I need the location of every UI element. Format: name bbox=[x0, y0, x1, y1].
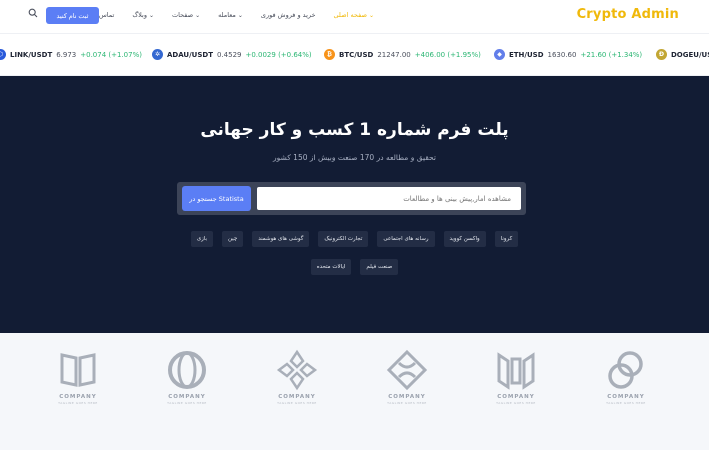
company-logo: COMPANY TAGLINE GOES HERE bbox=[162, 349, 212, 405]
company-logo: COMPANY TAGLINE GOES HERE bbox=[491, 349, 541, 405]
topic-chips: صنعت فیلم ایالات متحده bbox=[0, 259, 709, 275]
logo-tagline: TAGLINE GOES HERE bbox=[58, 401, 98, 405]
logo-tagline: TAGLINE GOES HERE bbox=[496, 401, 536, 405]
link-logo-icon bbox=[608, 351, 643, 389]
topic-chip[interactable]: بازی bbox=[190, 231, 213, 247]
signup-button[interactable]: ثبت نام کنید bbox=[46, 7, 99, 24]
nav-item-label: معامله bbox=[218, 11, 236, 19]
search-button[interactable]: جستجو در Statista bbox=[182, 186, 251, 211]
ticker-symbol: LINK/USDT bbox=[10, 50, 53, 59]
diamond-logo-icon bbox=[276, 349, 318, 391]
chevron-down-icon: ⌄ bbox=[148, 11, 154, 19]
ticker-item[interactable]: ⬡ LINK/USDT 6.973 +0.074 (+1.07%) bbox=[0, 49, 142, 60]
topic-chips: کرونا واکسن کووید رسانه های اجتماعی تجار… bbox=[0, 231, 709, 247]
ticker-change: +0.074 (+1.07%) bbox=[80, 50, 142, 59]
ticker-change: +0.0029 (+0.64%) bbox=[245, 50, 312, 59]
ticker-symbol: DOGEU/US bbox=[671, 50, 709, 59]
swirl-logo-icon bbox=[386, 349, 428, 391]
logo-name: COMPANY bbox=[278, 394, 316, 400]
ticker-price: 6.973 bbox=[56, 50, 77, 59]
book-logo-icon bbox=[60, 353, 96, 387]
nav-item-label: خرید و فروش فوری bbox=[260, 11, 316, 19]
company-logo: COMPANY TAGLINE GOES HERE bbox=[53, 349, 103, 405]
page: Crypto Admin صفحه اصلی ⌄ خرید و فروش فور… bbox=[0, 0, 709, 450]
topic-chip[interactable]: چین bbox=[221, 231, 244, 247]
chevron-down-icon: ⌄ bbox=[368, 11, 374, 19]
search-icon[interactable] bbox=[28, 8, 38, 18]
ticker-item[interactable]: ◆ ETH/USD 1630.60 +21.60 (+1.34%) bbox=[494, 49, 642, 60]
ticker-item[interactable]: ✲ ADAU/USDT 0.4529 +0.0029 (+0.64%) bbox=[152, 49, 312, 60]
ticker-price: 21247.00 bbox=[377, 50, 411, 59]
doge-coin-icon: Ð bbox=[656, 49, 667, 60]
logo-tagline: TAGLINE GOES HERE bbox=[277, 401, 317, 405]
partner-logos: COMPANY TAGLINE GOES HERE COMPANY TAGLIN… bbox=[0, 333, 709, 450]
chevron-down-icon: ⌄ bbox=[237, 11, 243, 19]
logo-name: COMPANY bbox=[607, 394, 645, 400]
link-coin-icon: ⬡ bbox=[0, 49, 6, 60]
search-input[interactable] bbox=[257, 187, 521, 210]
logo-tagline: TAGLINE GOES HERE bbox=[387, 401, 427, 405]
ring-logo-icon bbox=[168, 351, 206, 389]
topic-chip[interactable]: رسانه های اجتماعی bbox=[377, 231, 435, 247]
hero-section: پلت فرم شماره 1 کسب و کار جهانی تحقیق و … bbox=[0, 76, 709, 333]
nav-item-home[interactable]: صفحه اصلی ⌄ bbox=[334, 11, 374, 19]
topic-chip[interactable]: ایالات متحده bbox=[310, 259, 352, 275]
ada-coin-icon: ✲ bbox=[152, 49, 163, 60]
hero-title: پلت فرم شماره 1 کسب و کار جهانی bbox=[200, 120, 509, 140]
main-nav: صفحه اصلی ⌄ خرید و فروش فوری معامله ⌄ صف… bbox=[85, 11, 374, 19]
block-logo-icon bbox=[497, 352, 535, 390]
nav-item-label: وبلاگ bbox=[132, 11, 147, 19]
nav-item-instant-trade[interactable]: خرید و فروش فوری bbox=[261, 11, 316, 19]
hero-subtitle: تحقیق و مطالعه در 170 صنعت وبیش از 150 ک… bbox=[273, 153, 436, 162]
nav-item-label: صفحات bbox=[172, 11, 194, 19]
topic-chip[interactable]: گوشی های هوشمند bbox=[252, 231, 310, 247]
btc-coin-icon: ₿ bbox=[324, 49, 335, 60]
ticker-item[interactable]: Ð DOGEU/US bbox=[656, 49, 709, 60]
logo-name: COMPANY bbox=[388, 394, 426, 400]
ticker-change: +406.00 (+1.95%) bbox=[414, 50, 481, 59]
ticker-price: 1630.60 bbox=[547, 50, 577, 59]
topic-chip[interactable]: کرونا bbox=[494, 231, 519, 247]
topic-chip[interactable]: صنعت فیلم bbox=[360, 259, 399, 275]
company-logo: COMPANY TAGLINE GOES HERE bbox=[272, 349, 322, 405]
nav-item-trade[interactable]: معامله ⌄ bbox=[218, 11, 243, 19]
ticker-item[interactable]: ₿ BTC/USD 21247.00 +406.00 (+1.95%) bbox=[324, 49, 481, 60]
logo-tagline: TAGLINE GOES HERE bbox=[606, 401, 646, 405]
ticker-change: +21.60 (+1.34%) bbox=[580, 50, 643, 59]
logo-name: COMPANY bbox=[497, 394, 535, 400]
nav-item-blog[interactable]: وبلاگ ⌄ bbox=[132, 11, 154, 19]
topic-chip[interactable]: واکسن کووید bbox=[443, 231, 486, 247]
ticker-symbol: ADAU/USDT bbox=[167, 50, 213, 59]
eth-coin-icon: ◆ bbox=[494, 49, 505, 60]
logo-name: COMPANY bbox=[168, 394, 206, 400]
logo-tagline: TAGLINE GOES HERE bbox=[167, 401, 207, 405]
nav-item-pages[interactable]: صفحات ⌄ bbox=[172, 11, 200, 19]
logo-name: COMPANY bbox=[59, 394, 97, 400]
company-logo: COMPANY TAGLINE GOES HERE bbox=[382, 349, 432, 405]
ticker-symbol: BTC/USD bbox=[339, 50, 374, 59]
topic-chip[interactable]: تجارت الکترونیک bbox=[318, 231, 369, 247]
chevron-down-icon: ⌄ bbox=[195, 11, 201, 19]
price-ticker: ⬡ LINK/USDT 6.973 +0.074 (+1.07%) ✲ ADAU… bbox=[0, 33, 709, 76]
company-logo: COMPANY TAGLINE GOES HERE bbox=[601, 349, 651, 405]
nav-item-label: صفحه اصلی bbox=[333, 11, 367, 19]
ticker-symbol: ETH/USD bbox=[509, 50, 544, 59]
search-bar: جستجو در Statista bbox=[177, 182, 526, 215]
ticker-price: 0.4529 bbox=[216, 50, 242, 59]
top-header: Crypto Admin صفحه اصلی ⌄ خرید و فروش فور… bbox=[0, 0, 709, 33]
brand-logo[interactable]: Crypto Admin bbox=[577, 7, 679, 22]
